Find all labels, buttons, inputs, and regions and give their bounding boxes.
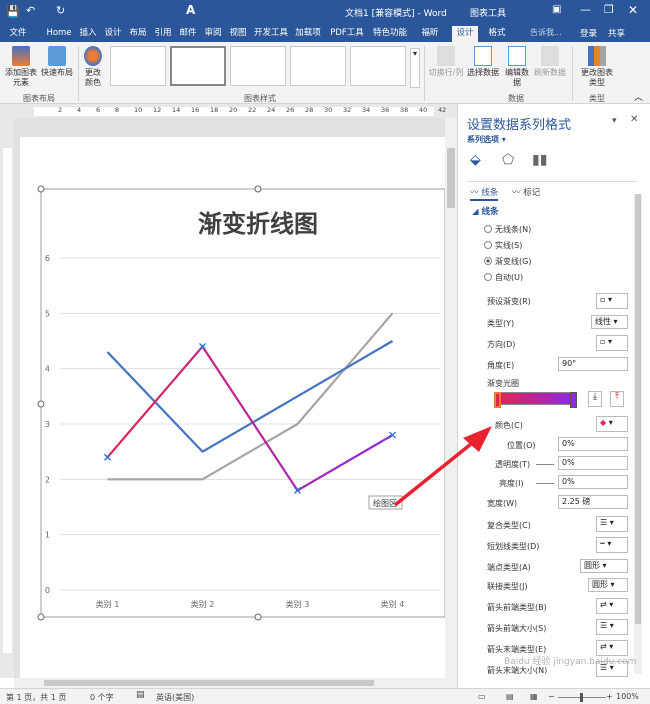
- read-mode-icon[interactable]: ▭: [478, 692, 486, 701]
- proofing-icon[interactable]: ▤: [136, 690, 145, 700]
- page-count[interactable]: 第 1 页，共 1 页: [6, 692, 66, 703]
- zoom-slider-thumb[interactable]: [580, 693, 583, 702]
- word-count[interactable]: 0 个字: [90, 692, 114, 703]
- language-status[interactable]: 英语(美国): [156, 692, 194, 703]
- zoom-out-icon[interactable]: −: [548, 692, 555, 701]
- zoom-in-icon[interactable]: +: [606, 692, 613, 701]
- web-layout-icon[interactable]: ▦: [530, 692, 538, 701]
- print-layout-icon[interactable]: ▤: [506, 692, 514, 701]
- arrow-shaft: [393, 438, 478, 507]
- annotation-arrow: [393, 426, 492, 507]
- zoom-level[interactable]: 100%: [616, 692, 639, 701]
- status-bar: 第 1 页，共 1 页 0 个字 ▤ 英语(美国) ▭ ▤ ▦ − + 100%: [0, 688, 650, 704]
